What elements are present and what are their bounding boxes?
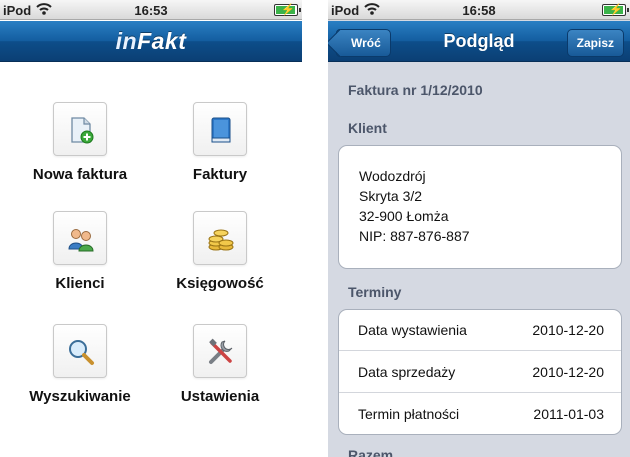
- term-label: Data wystawienia: [358, 322, 467, 338]
- invoice-preview-screen: iPod 16:58 ⚡ Wróć Podgląd Zapisz Faktura…: [328, 0, 630, 457]
- status-bar: iPod 16:53 ⚡: [0, 0, 302, 20]
- term-label: Termin płatności: [358, 406, 460, 422]
- menu-accounting[interactable]: Księgowość: [145, 211, 295, 311]
- client-header: Klient: [348, 120, 387, 136]
- client-name: Wodozdrój: [359, 168, 426, 184]
- menu-search[interactable]: Wyszukiwanie: [5, 324, 155, 424]
- users-icon: [53, 211, 107, 265]
- menu-clients[interactable]: Klienci: [5, 211, 155, 311]
- menu-new-invoice[interactable]: Nowa faktura: [5, 102, 155, 202]
- coins-icon: [193, 211, 247, 265]
- book-icon: [193, 102, 247, 156]
- battery-icon: ⚡: [274, 4, 301, 16]
- infakt-logo: inFakt: [115, 28, 187, 54]
- home-screen: iPod 16:53 ⚡ inFakt Nowa faktura Faktury…: [0, 0, 302, 457]
- status-bar: iPod 16:58 ⚡: [328, 0, 630, 20]
- clock: 16:58: [462, 3, 496, 18]
- menu-label: Księgowość: [176, 275, 264, 292]
- menu-settings[interactable]: Ustawienia: [145, 324, 295, 424]
- new-invoice-icon: [53, 102, 107, 156]
- term-row-issue-date[interactable]: Data wystawienia 2010-12-20: [339, 310, 621, 351]
- total-header: Razem: [348, 447, 394, 457]
- back-button[interactable]: Wróć: [336, 29, 391, 57]
- client-street: Skryta 3/2: [359, 188, 423, 204]
- magnifier-icon: [53, 324, 107, 378]
- terms-card: Data wystawienia 2010-12-20 Data sprzeda…: [338, 309, 622, 435]
- invoice-number: Faktura nr 1/12/2010: [348, 82, 483, 98]
- term-value: 2010-12-20: [532, 322, 604, 338]
- app-header: inFakt: [0, 21, 302, 62]
- term-value: 2011-01-03: [533, 406, 604, 422]
- nav-bar: Wróć Podgląd Zapisz: [328, 21, 630, 62]
- term-value: 2010-12-20: [532, 364, 604, 380]
- clock: 16:53: [134, 3, 168, 18]
- battery-icon: ⚡: [602, 4, 629, 16]
- menu-label: Faktury: [192, 166, 248, 183]
- term-label: Data sprzedaży: [358, 364, 456, 380]
- client-details: Wodozdrój Skryta 3/2 32-900 Łomża NIP: 8…: [359, 166, 470, 246]
- menu-label: Ustawienia: [180, 388, 260, 405]
- client-city: 32-900 Łomża: [359, 208, 449, 224]
- tools-icon: [193, 324, 247, 378]
- menu-invoices[interactable]: Faktury: [145, 102, 295, 202]
- save-button[interactable]: Zapisz: [566, 29, 624, 57]
- terms-header: Terminy: [348, 284, 402, 300]
- term-row-payment-due[interactable]: Termin płatności 2011-01-03: [339, 394, 621, 435]
- term-row-sale-date[interactable]: Data sprzedaży 2010-12-20: [339, 352, 621, 393]
- client-nip: NIP: 887-876-887: [359, 228, 470, 244]
- client-card[interactable]: Wodozdrój Skryta 3/2 32-900 Łomża NIP: 8…: [338, 145, 622, 269]
